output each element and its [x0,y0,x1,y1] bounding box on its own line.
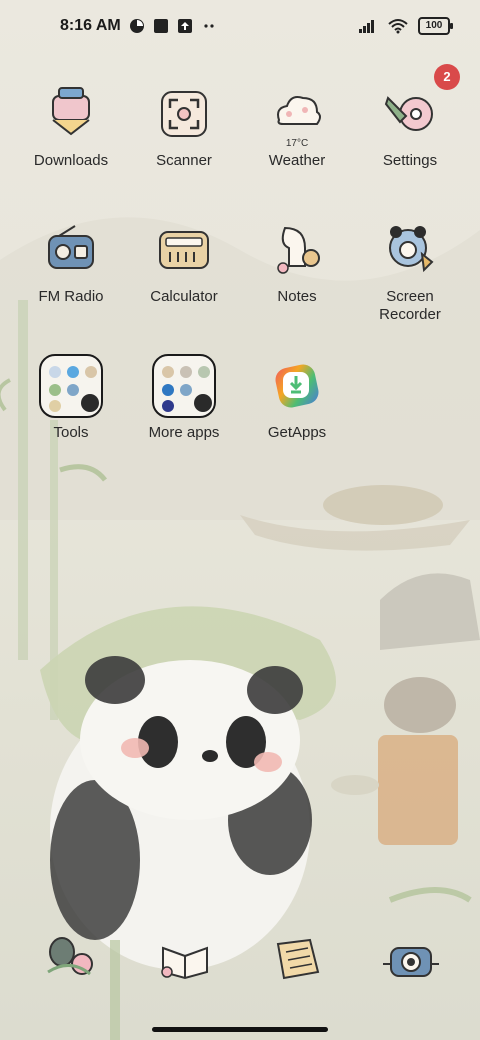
screen-recorder-icon [378,218,442,282]
app-label: More apps [148,424,220,441]
more-dots-icon [204,24,214,28]
status-left: 8:16 AM [60,17,217,35]
app-icon [153,19,168,33]
browser-icon [276,938,320,980]
app-label: Downloads [33,152,109,169]
upload-icon [177,19,192,33]
app-notes[interactable]: Notes [240,218,354,306]
dock-browser[interactable] [266,928,330,992]
app-label: Calculator [150,288,218,305]
app-label: GetApps [267,424,327,441]
dock-messages[interactable] [153,928,217,992]
dock-phone[interactable] [40,928,104,992]
app-label: Weather [268,152,326,169]
app-weather[interactable]: 17°C Weather [240,82,354,170]
weather-icon: 17°C [265,82,329,149]
app-getapps[interactable]: GetApps [240,354,354,442]
app-label: Settings [382,152,438,169]
notification-badge: 2 [434,64,460,90]
radio-icon [39,218,103,282]
app-screen-recorder[interactable]: Screen Recorder [353,218,467,324]
navigation-handle[interactable] [152,1027,328,1032]
signal-icon [359,20,374,33]
status-time: 8:16 AM [60,17,121,34]
app-label: Screen Recorder [379,288,441,323]
app-fm-radio[interactable]: FM Radio [14,218,128,306]
app-label: Notes [277,288,317,305]
notification-icon [129,19,144,33]
status-right: 100 [358,17,453,35]
app-label: Tools [53,424,89,441]
dock-camera[interactable] [379,928,443,992]
messages-icon [161,946,208,980]
app-calculator[interactable]: Calculator [127,218,241,306]
wifi-icon [388,19,408,34]
folder-more-apps[interactable]: More apps [127,354,241,442]
camera-icon [383,947,439,977]
app-settings[interactable]: 2 Settings [353,64,467,170]
notes-icon [265,218,329,282]
weather-temperature: 17°C [285,138,309,149]
status-bar: 8:16 AM 100 [0,0,480,56]
scanner-icon [152,82,216,146]
app-scanner[interactable]: Scanner [127,82,241,170]
settings-icon: 2 [378,64,460,146]
getapps-icon [265,354,329,418]
battery-level: 100 [425,20,443,31]
battery-icon: 100 [418,17,453,35]
folder-icon [39,354,103,418]
folder-tools[interactable]: Tools [14,354,128,442]
folder-icon [152,354,216,418]
app-label: Scanner [156,152,212,169]
downloads-icon [39,82,103,146]
calculator-icon [152,218,216,282]
app-label: FM Radio [38,288,104,305]
phone-icon [47,937,93,976]
app-downloads[interactable]: Downloads [14,82,128,170]
